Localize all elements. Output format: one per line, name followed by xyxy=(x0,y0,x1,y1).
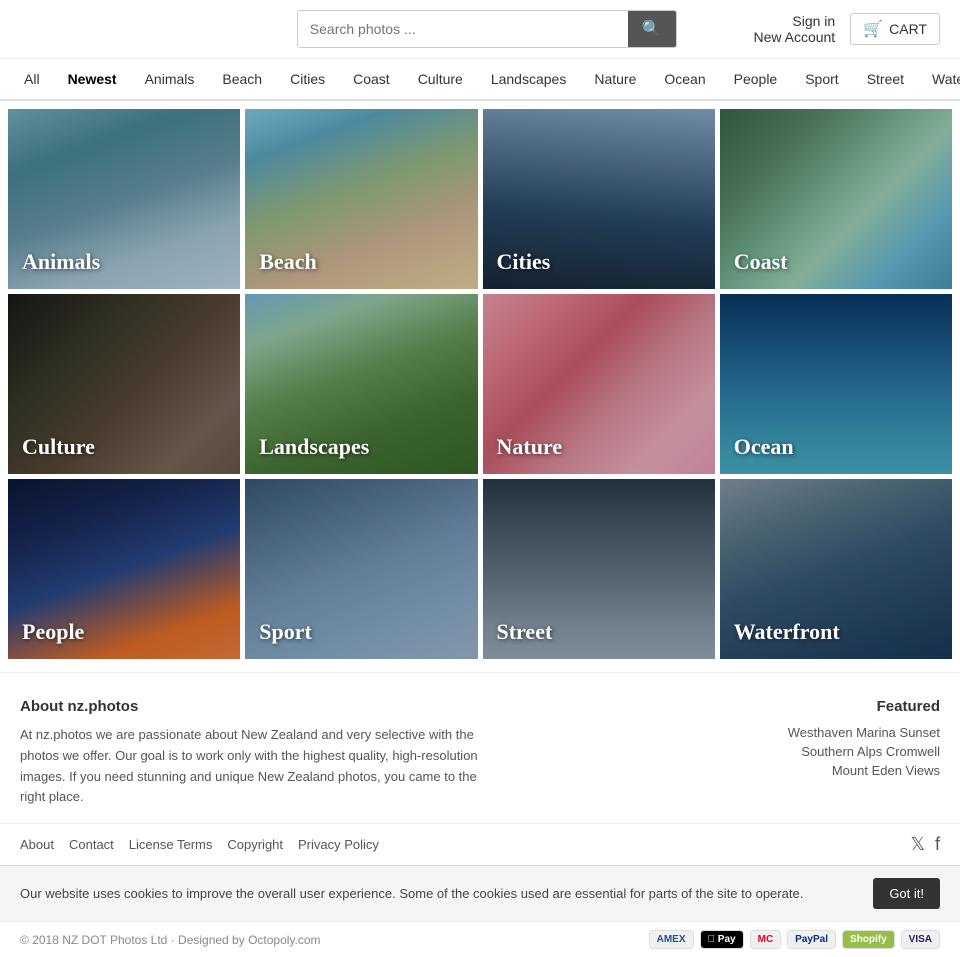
footer-link-license-terms[interactable]: License Terms xyxy=(129,837,213,852)
nav-nature[interactable]: Nature xyxy=(580,59,650,99)
category-label-landscapes: Landscapes xyxy=(259,434,369,460)
category-label-ocean: Ocean xyxy=(734,434,794,460)
footer-featured: Featured Westhaven Marina Sunset Southern… xyxy=(788,698,940,808)
search-input[interactable] xyxy=(298,11,628,47)
sign-in-link[interactable]: Sign in xyxy=(753,13,835,29)
nav-animals[interactable]: Animals xyxy=(131,59,209,99)
search-form: 🔍 xyxy=(297,10,677,48)
nav-people[interactable]: People xyxy=(720,59,792,99)
category-card-beach[interactable]: Beach xyxy=(245,109,477,289)
cookie-text: Our website uses cookies to improve the … xyxy=(20,884,803,904)
category-label-animals: Animals xyxy=(22,249,100,275)
category-card-sport[interactable]: Sport xyxy=(245,479,477,659)
nav-culture[interactable]: Culture xyxy=(404,59,477,99)
category-label-cities: Cities xyxy=(497,249,551,275)
footer-links-bar: About Contact License Terms Copyright Privac… xyxy=(0,823,960,865)
footer-link-privacy-policy[interactable]: Privacy Policy xyxy=(298,837,379,852)
category-card-nature[interactable]: Nature xyxy=(483,294,715,474)
cart-button[interactable]: 🛒 CART xyxy=(850,13,940,45)
category-card-cities[interactable]: Cities xyxy=(483,109,715,289)
category-grid: Animals Beach Cities Coast Culture Landscapes… xyxy=(0,101,960,667)
footer-link-copyright[interactable]: Copyright xyxy=(227,837,283,852)
nav-coast[interactable]: Coast xyxy=(339,59,404,99)
category-card-landscapes[interactable]: Landscapes xyxy=(245,294,477,474)
main-nav: All Newest Animals Beach Cities Coast Cu… xyxy=(0,59,960,101)
facebook-icon[interactable]: f xyxy=(935,834,940,855)
auth-links: Sign in New Account xyxy=(753,13,835,45)
twitter-icon[interactable]: 𝕏 xyxy=(910,834,925,855)
cart-label: CART xyxy=(889,21,927,37)
search-button[interactable]: 🔍 xyxy=(628,11,676,47)
nav-newest[interactable]: Newest xyxy=(54,59,131,99)
footer-about: About nz.photos At nz.photos we are pass… xyxy=(20,698,490,808)
category-card-coast[interactable]: Coast xyxy=(720,109,952,289)
category-card-animals[interactable]: Animals xyxy=(8,109,240,289)
footer-social: 𝕏 f xyxy=(910,834,940,855)
cart-icon: 🛒 xyxy=(863,19,883,39)
category-label-sport: Sport xyxy=(259,619,312,645)
category-label-people: People xyxy=(22,619,84,645)
category-card-street[interactable]: Street xyxy=(483,479,715,659)
footer-copy: © 2018 NZ DOT Photos Ltd · Designed by O… xyxy=(0,921,960,957)
nav-sport[interactable]: Sport xyxy=(791,59,852,99)
footer-about-title: About nz.photos xyxy=(20,698,490,715)
nav-all[interactable]: All xyxy=(10,59,54,99)
cookie-banner: Our website uses cookies to improve the … xyxy=(0,865,960,921)
featured-link[interactable]: Westhaven Marina Sunset xyxy=(788,725,940,740)
category-label-street: Street xyxy=(497,619,553,645)
cookie-accept-button[interactable]: Got it! xyxy=(873,878,940,909)
footer-about-text: At nz.photos we are passionate about New… xyxy=(20,725,490,808)
category-label-culture: Culture xyxy=(22,434,95,460)
category-card-people[interactable]: People xyxy=(8,479,240,659)
nav-landscapes[interactable]: Landscapes xyxy=(477,59,581,99)
footer-main: About nz.photos At nz.photos we are pass… xyxy=(0,672,960,823)
footer-link-about[interactable]: About xyxy=(20,837,54,852)
category-card-culture[interactable]: Culture xyxy=(8,294,240,474)
footer-links-left: About Contact License Terms Copyright Privac… xyxy=(20,837,379,852)
category-label-coast: Coast xyxy=(734,249,788,275)
category-card-ocean[interactable]: Ocean xyxy=(720,294,952,474)
category-label-waterfront: Waterfront xyxy=(734,619,840,645)
category-label-beach: Beach xyxy=(259,249,316,275)
footer-featured-title: Featured xyxy=(788,698,940,715)
new-account-link[interactable]: New Account xyxy=(753,29,835,45)
featured-link[interactable]: Mount Eden Views xyxy=(788,763,940,778)
nav-ocean[interactable]: Ocean xyxy=(650,59,719,99)
footer-link-contact[interactable]: Contact xyxy=(69,837,114,852)
nav-cities[interactable]: Cities xyxy=(276,59,339,99)
category-card-waterfront[interactable]: Waterfront xyxy=(720,479,952,659)
featured-link[interactable]: Southern Alps Cromwell xyxy=(788,744,940,759)
header: 🔍 Sign in New Account 🛒 CART xyxy=(0,0,960,59)
nav-street[interactable]: Street xyxy=(853,59,918,99)
nav-beach[interactable]: Beach xyxy=(208,59,276,99)
category-label-nature: Nature xyxy=(497,434,563,460)
header-actions: Sign in New Account 🛒 CART xyxy=(753,13,940,45)
nav-waterfront[interactable]: Waterfront xyxy=(918,59,960,99)
